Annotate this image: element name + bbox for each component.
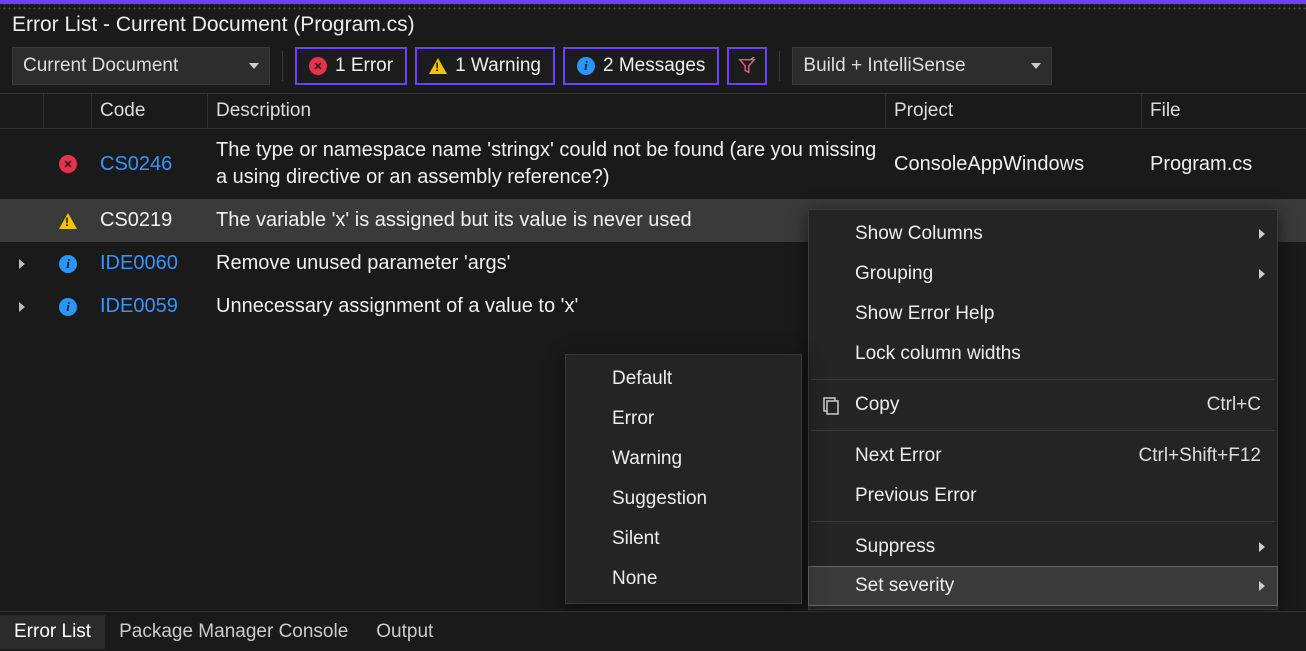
column-code[interactable]: Code <box>92 94 208 128</box>
menu-label: Show Columns <box>855 223 983 245</box>
panel-title: Error List - Current Document (Program.c… <box>0 11 1306 43</box>
chevron-down-icon <box>1031 63 1041 69</box>
expand-cell <box>0 162 44 166</box>
severity-silent[interactable]: Silent <box>566 519 801 559</box>
expand-cell[interactable] <box>0 300 44 314</box>
menu-label: Default <box>612 368 672 390</box>
table-header: Code Description Project File <box>0 93 1306 129</box>
severity-none[interactable]: None <box>566 559 801 599</box>
menu-shortcut: Ctrl+Shift+F12 <box>1099 445 1262 467</box>
toolbar-separator <box>779 51 780 81</box>
scope-dropdown[interactable]: Current Document <box>12 47 270 85</box>
row-code[interactable]: CS0246 <box>92 151 208 178</box>
toolbar-separator <box>282 51 283 81</box>
tab-package-manager-console[interactable]: Package Manager Console <box>105 615 362 649</box>
menu-label: Silent <box>612 528 660 550</box>
source-dropdown-label: Build + IntelliSense <box>803 55 965 77</box>
menu-set-severity[interactable]: Set severity <box>808 566 1278 606</box>
row-description: Unnecessary assignment of a value to 'x' <box>208 291 886 322</box>
severity-suggestion[interactable]: Suggestion <box>566 479 801 519</box>
row-icon-cell <box>44 253 92 275</box>
column-description[interactable]: Description <box>208 94 886 128</box>
menu-show-error-help[interactable]: Show Error Help <box>809 294 1277 334</box>
menu-show-columns[interactable]: Show Columns <box>809 214 1277 254</box>
row-project: ConsoleAppWindows <box>886 151 1142 178</box>
menu-label: Error <box>612 408 654 430</box>
expand-cell <box>0 219 44 223</box>
row-description: The type or namespace name 'stringx' cou… <box>208 135 886 193</box>
menu-next-error[interactable]: Next Error Ctrl+Shift+F12 <box>809 436 1277 476</box>
menu-grouping[interactable]: Grouping <box>809 254 1277 294</box>
menu-separator <box>811 430 1275 431</box>
messages-filter-label: 2 Messages <box>603 55 705 77</box>
scope-dropdown-label: Current Document <box>23 55 178 77</box>
errors-filter-label: 1 Error <box>335 55 393 77</box>
column-file[interactable]: File <box>1142 94 1306 128</box>
menu-label: Warning <box>612 448 682 470</box>
tab-error-list[interactable]: Error List <box>0 615 105 649</box>
menu-label: None <box>612 568 657 590</box>
menu-label: Grouping <box>855 263 933 285</box>
severity-error[interactable]: Error <box>566 399 801 439</box>
menu-label: Next Error <box>855 445 942 467</box>
window-grip[interactable] <box>0 4 1306 11</box>
column-expand[interactable] <box>0 94 44 128</box>
menu-label: Show Error Help <box>855 303 994 325</box>
menu-label: Previous Error <box>855 485 976 507</box>
table-row[interactable]: CS0246 The type or namespace name 'strin… <box>0 129 1306 199</box>
menu-label: Suppress <box>855 536 935 558</box>
messages-filter-button[interactable]: 2 Messages <box>563 47 719 85</box>
chevron-right-icon <box>19 259 25 269</box>
row-file: Program.cs <box>1142 151 1306 178</box>
severity-default[interactable]: Default <box>566 359 801 399</box>
menu-lock-columns[interactable]: Lock column widths <box>809 334 1277 374</box>
expand-cell[interactable] <box>0 257 44 271</box>
row-code[interactable]: IDE0059 <box>92 293 208 320</box>
menu-previous-error[interactable]: Previous Error <box>809 476 1277 516</box>
toolbar: Current Document 1 Error 1 Warning 2 Mes… <box>0 43 1306 93</box>
menu-suppress[interactable]: Suppress <box>809 527 1277 567</box>
menu-separator <box>811 379 1275 380</box>
clear-filters-button[interactable] <box>727 47 767 85</box>
column-project[interactable]: Project <box>886 94 1142 128</box>
tab-output[interactable]: Output <box>362 615 447 649</box>
info-icon <box>59 255 77 273</box>
filter-icon <box>738 57 756 75</box>
row-code: CS0219 <box>92 207 208 234</box>
info-icon <box>59 298 77 316</box>
error-icon <box>59 155 77 173</box>
row-icon-cell <box>44 296 92 318</box>
menu-label: Suggestion <box>612 488 707 510</box>
copy-icon <box>821 395 841 415</box>
warnings-filter-button[interactable]: 1 Warning <box>415 47 555 85</box>
column-icon[interactable] <box>44 94 92 128</box>
info-icon <box>577 57 595 75</box>
source-dropdown[interactable]: Build + IntelliSense <box>792 47 1052 85</box>
row-icon-cell <box>44 211 92 231</box>
errors-filter-button[interactable]: 1 Error <box>295 47 407 85</box>
bottom-tabs: Error List Package Manager Console Outpu… <box>0 611 1306 651</box>
menu-label: Copy <box>855 394 899 416</box>
warning-icon <box>59 213 77 229</box>
row-description: The variable 'x' is assigned but its val… <box>208 205 886 236</box>
error-icon <box>309 57 327 75</box>
menu-separator <box>811 521 1275 522</box>
menu-label: Lock column widths <box>855 343 1021 365</box>
severity-warning[interactable]: Warning <box>566 439 801 479</box>
context-menu: Show Columns Grouping Show Error Help Lo… <box>808 209 1278 610</box>
warnings-filter-label: 1 Warning <box>455 55 541 77</box>
chevron-right-icon <box>19 302 25 312</box>
severity-submenu: Default Error Warning Suggestion Silent … <box>565 354 802 604</box>
row-icon-cell <box>44 153 92 175</box>
row-description: Remove unused parameter 'args' <box>208 248 886 279</box>
warning-icon <box>429 58 447 74</box>
row-code[interactable]: IDE0060 <box>92 250 208 277</box>
menu-copy[interactable]: Copy Ctrl+C <box>809 385 1277 425</box>
chevron-down-icon <box>249 63 259 69</box>
menu-shortcut: Ctrl+C <box>1167 394 1261 416</box>
menu-label: Set severity <box>855 575 954 597</box>
